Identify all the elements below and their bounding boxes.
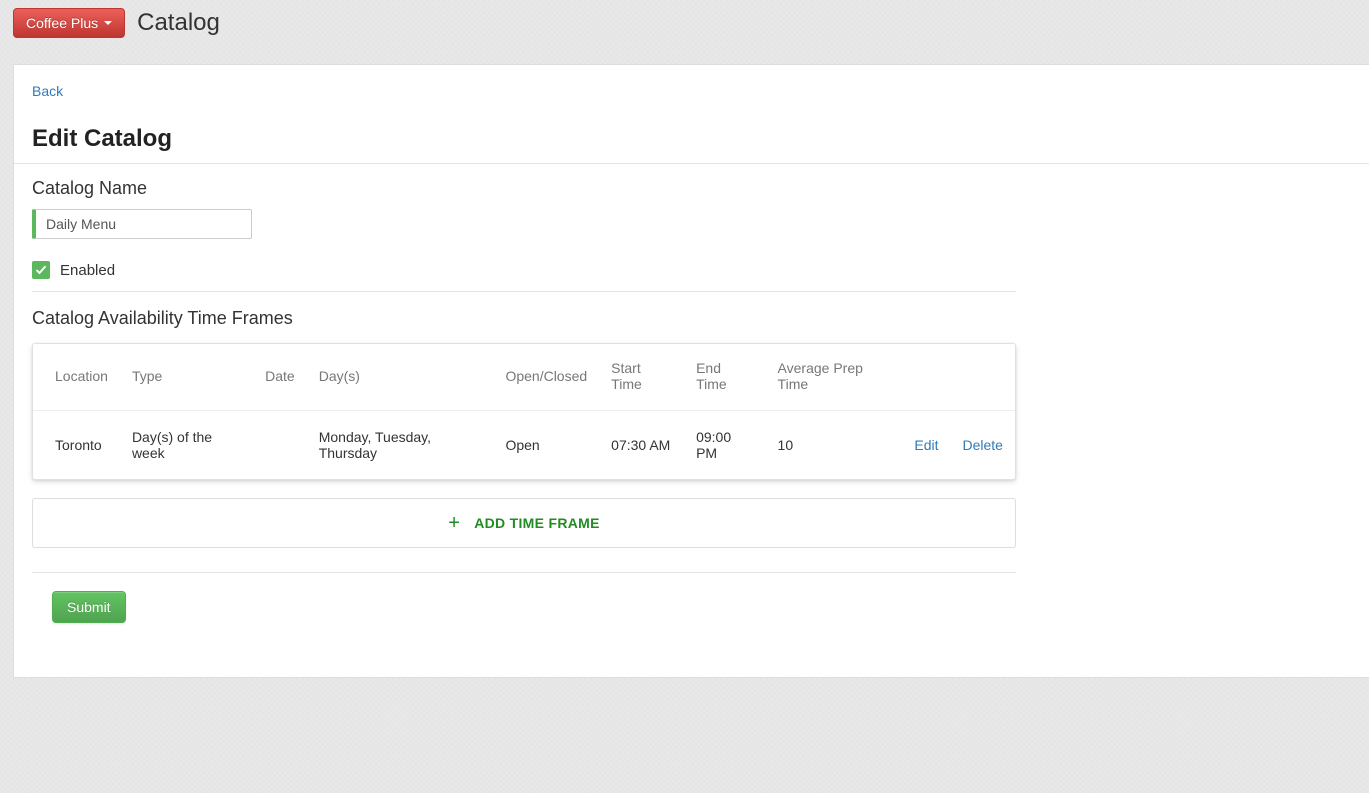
col-avg-prep: Average Prep Time [766,344,903,411]
back-link[interactable]: Back [32,83,63,99]
col-type: Type [120,344,253,411]
cell-avg-prep: 10 [766,411,903,480]
form-body: Catalog Name Enabled Catalog Availabilit… [14,164,1034,637]
enabled-label: Enabled [60,262,115,279]
timeframe-table-container: Location Type Date Day(s) Open/Closed St… [32,343,1016,480]
col-date: Date [253,344,307,411]
add-timeframe-label: ADD TIME FRAME [474,515,600,531]
col-end-time: End Time [684,344,765,411]
plus-icon: + [448,513,460,533]
col-days: Day(s) [307,344,494,411]
col-location: Location [33,344,120,411]
edit-catalog-heading: Edit Catalog [32,125,1351,153]
brand-dropdown-button[interactable]: Coffee Plus [13,8,125,38]
add-timeframe-button[interactable]: + ADD TIME FRAME [32,498,1016,548]
table-row: Toronto Day(s) of the week Monday, Tuesd… [33,411,1015,480]
table-header-row: Location Type Date Day(s) Open/Closed St… [33,344,1015,411]
col-actions-1 [902,344,950,411]
submit-button[interactable]: Submit [52,591,126,623]
main-panel: Back Edit Catalog Catalog Name Enabled C… [13,64,1369,678]
caret-down-icon [104,21,112,25]
col-open-closed: Open/Closed [493,344,599,411]
cell-type: Day(s) of the week [120,411,253,480]
enabled-checkbox[interactable] [32,261,50,279]
catalog-name-input[interactable] [32,209,252,239]
cell-open-closed: Open [493,411,599,480]
check-icon [35,264,47,276]
timeframes-heading: Catalog Availability Time Frames [32,308,1016,329]
cell-start-time: 07:30 AM [599,411,684,480]
timeframe-table: Location Type Date Day(s) Open/Closed St… [33,344,1015,479]
cell-days: Monday, Tuesday, Thursday [307,411,494,480]
cell-end-time: 09:00 PM [684,411,765,480]
cell-date [253,411,307,480]
page-title: Catalog [137,9,220,37]
divider [32,572,1016,573]
col-actions-2 [951,344,1016,411]
col-start-time: Start Time [599,344,684,411]
enabled-checkbox-row: Enabled [32,261,1016,292]
panel-header: Back Edit Catalog [14,65,1369,164]
navbar: Coffee Plus Catalog [0,0,1369,46]
edit-link[interactable]: Edit [914,437,938,453]
delete-link[interactable]: Delete [963,437,1003,453]
brand-label: Coffee Plus [26,15,98,31]
cell-location: Toronto [33,411,120,480]
catalog-name-label: Catalog Name [32,178,1016,199]
